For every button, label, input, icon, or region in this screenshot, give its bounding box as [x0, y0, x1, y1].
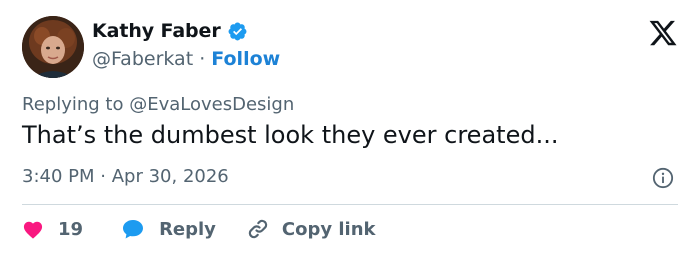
like-count: 19 — [58, 218, 84, 240]
tweet-time: 3:40 PM — [22, 166, 95, 187]
x-logo-icon[interactable] — [648, 18, 678, 48]
author-display-name[interactable]: Kathy Faber — [92, 20, 221, 42]
tweet-text: That’s the dumbest look they ever create… — [22, 121, 559, 149]
reply-label: Reply — [159, 218, 216, 240]
timestamp-separator: · — [100, 166, 106, 187]
info-icon[interactable] — [652, 167, 674, 189]
avatar-image — [22, 16, 84, 78]
speech-bubble-icon — [123, 220, 144, 239]
action-bar: 19 Reply Copy link — [22, 215, 376, 243]
author-handle-row: @Faberkat · Follow — [92, 48, 280, 70]
heart-icon — [23, 221, 43, 239]
author-handle[interactable]: @Faberkat — [92, 48, 193, 70]
author-name-row: Kathy Faber — [92, 20, 248, 42]
replying-prefix: Replying to — [22, 94, 124, 115]
reply-button[interactable]: Reply — [121, 218, 216, 240]
verified-badge-icon — [228, 22, 247, 40]
avatar[interactable] — [22, 16, 84, 78]
handle-separator: · — [199, 48, 206, 70]
link-icon — [248, 219, 268, 239]
tweet-date: Apr 30, 2026 — [111, 166, 229, 187]
follow-button[interactable]: Follow — [211, 48, 280, 70]
copy-link-label: Copy link — [281, 218, 376, 240]
replying-to-handle[interactable]: @EvaLovesDesign — [129, 94, 294, 115]
copy-link-button[interactable]: Copy link — [246, 217, 376, 241]
divider — [22, 204, 678, 205]
tweet-card: Kathy Faber @Faberkat · Follow Replying … — [0, 0, 700, 256]
like-button[interactable]: 19 — [22, 219, 83, 240]
tweet-timestamp[interactable]: 3:40 PM · Apr 30, 2026 — [22, 166, 229, 187]
replying-to-line: Replying to @EvaLovesDesign — [22, 94, 294, 115]
